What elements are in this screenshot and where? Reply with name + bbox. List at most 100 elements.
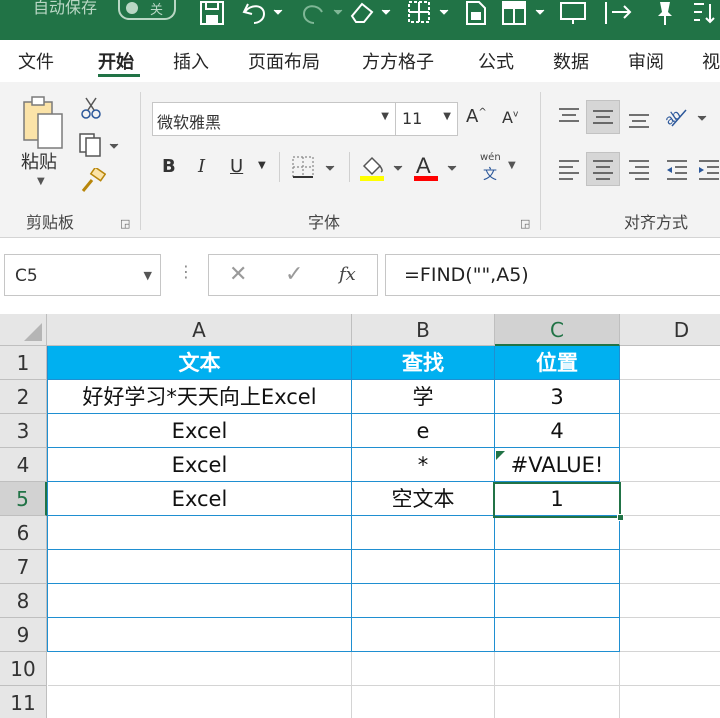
cell-a11[interactable] <box>48 686 352 718</box>
italic-button[interactable]: I <box>198 156 205 177</box>
align-middle-button[interactable] <box>586 100 620 134</box>
cell-b4[interactable]: * <box>352 448 495 482</box>
cell-b7[interactable] <box>352 550 495 584</box>
cell-b9[interactable] <box>352 618 495 652</box>
cell-c7[interactable] <box>495 550 620 584</box>
phonetic-button[interactable]: wén 文 ▼ <box>480 152 540 184</box>
row-header-selected[interactable]: 5 <box>0 482 47 516</box>
tab-formulas[interactable]: 公式 <box>478 48 514 74</box>
clipboard-launcher-icon[interactable]: ◲ <box>120 217 130 230</box>
select-all-button[interactable] <box>0 314 47 346</box>
paste-button[interactable]: 粘贴 <box>21 148 57 174</box>
decrease-indent-icon[interactable] <box>664 156 690 182</box>
autosave-toggle[interactable]: 关 <box>118 0 176 20</box>
align-bottom-icon[interactable] <box>626 106 652 132</box>
cell-a9[interactable] <box>48 618 352 652</box>
cell-a10[interactable] <box>48 652 352 686</box>
font-color-icon[interactable]: A <box>412 152 462 184</box>
font-size-select[interactable]: 11 ▼ <box>396 102 458 136</box>
column-header-a[interactable]: A <box>47 314 352 346</box>
cell-d1[interactable] <box>620 346 720 380</box>
cell-b6[interactable] <box>352 516 495 550</box>
cell-d10[interactable] <box>620 652 720 686</box>
cell-d8[interactable] <box>620 584 720 618</box>
cell-c2[interactable]: 3 <box>495 380 620 414</box>
tab-insert[interactable]: 插入 <box>173 48 209 74</box>
bold-button[interactable]: B <box>162 156 176 177</box>
border-icon[interactable] <box>290 154 340 180</box>
document-icon[interactable] <box>462 0 490 26</box>
cell-c8[interactable] <box>495 584 620 618</box>
cell-b8[interactable] <box>352 584 495 618</box>
cell-a2[interactable]: 好好学习*天天向上Excel <box>48 380 352 414</box>
error-indicator-icon[interactable] <box>496 451 505 460</box>
row-header[interactable]: 10 <box>0 652 47 686</box>
save-icon[interactable] <box>198 0 226 26</box>
cell-d9[interactable] <box>620 618 720 652</box>
underline-button[interactable]: U <box>230 156 243 177</box>
paste-dropdown-icon[interactable]: ▼ <box>37 176 45 187</box>
cell-b1[interactable]: 查找 <box>352 346 495 380</box>
eraser-icon[interactable] <box>348 0 394 26</box>
enter-icon[interactable]: ✓ <box>285 262 303 287</box>
column-header-b[interactable]: B <box>352 314 495 346</box>
split-icon[interactable] <box>600 0 636 26</box>
fill-color-icon[interactable] <box>358 152 408 184</box>
cell-b3[interactable]: e <box>352 414 495 448</box>
cell-c11[interactable] <box>495 686 620 718</box>
row-header[interactable]: 7 <box>0 550 47 584</box>
name-box[interactable]: C5 ▼ <box>4 254 161 296</box>
increase-indent-icon[interactable] <box>696 156 720 182</box>
cell-d7[interactable] <box>620 550 720 584</box>
splitter-dots-icon[interactable]: ⋮ <box>178 262 194 281</box>
table-format-icon[interactable] <box>500 0 546 26</box>
row-header[interactable]: 6 <box>0 516 47 550</box>
cell-c10[interactable] <box>495 652 620 686</box>
orientation-icon[interactable]: ab <box>662 102 712 132</box>
row-header[interactable]: 4 <box>0 448 47 482</box>
cell-c1[interactable]: 位置 <box>495 346 620 380</box>
cell-d2[interactable] <box>620 380 720 414</box>
borders-icon[interactable] <box>406 0 452 26</box>
cell-a3[interactable]: Excel <box>48 414 352 448</box>
cell-d4[interactable] <box>620 448 720 482</box>
cell-a4[interactable]: Excel <box>48 448 352 482</box>
tab-view[interactable]: 视 <box>702 48 720 74</box>
cell-d3[interactable] <box>620 414 720 448</box>
cell-c9[interactable] <box>495 618 620 652</box>
paste-icon[interactable] <box>18 94 68 156</box>
insert-function-icon[interactable]: fx <box>339 264 356 285</box>
cell-b10[interactable] <box>352 652 495 686</box>
format-painter-icon[interactable] <box>80 168 106 194</box>
tab-review[interactable]: 审阅 <box>628 48 664 74</box>
copy-icon[interactable] <box>78 132 122 158</box>
pin-icon[interactable] <box>650 0 680 26</box>
cell-d6[interactable] <box>620 516 720 550</box>
cell-c3[interactable]: 4 <box>495 414 620 448</box>
row-header[interactable]: 2 <box>0 380 47 414</box>
redo-icon[interactable] <box>300 0 346 26</box>
cancel-icon[interactable]: ✕ <box>229 262 247 287</box>
cell-a6[interactable] <box>48 516 352 550</box>
align-top-icon[interactable] <box>556 104 582 130</box>
align-center-button[interactable] <box>586 152 620 186</box>
font-launcher-icon[interactable]: ◲ <box>520 217 530 230</box>
align-right-icon[interactable] <box>626 156 652 182</box>
underline-dropdown-icon[interactable]: ▼ <box>258 160 266 171</box>
cell-c6[interactable] <box>495 516 620 550</box>
tab-data[interactable]: 数据 <box>553 48 589 74</box>
grow-font-button[interactable]: A^ <box>466 106 487 127</box>
row-header[interactable]: 3 <box>0 414 47 448</box>
align-left-icon[interactable] <box>556 156 582 182</box>
cell-b11[interactable] <box>352 686 495 718</box>
undo-icon[interactable] <box>240 0 286 26</box>
column-header-d[interactable]: D <box>620 314 720 346</box>
tab-file[interactable]: 文件 <box>18 48 54 74</box>
cell-c4[interactable]: #VALUE! <box>495 448 620 482</box>
row-header[interactable]: 1 <box>0 346 47 380</box>
column-header-c[interactable]: C <box>495 314 620 346</box>
cell-a1[interactable]: 文本 <box>48 346 352 380</box>
cell-a7[interactable] <box>48 550 352 584</box>
tab-page-layout[interactable]: 页面布局 <box>248 48 320 74</box>
font-name-select[interactable]: 微软雅黑 ▼ <box>152 102 396 136</box>
